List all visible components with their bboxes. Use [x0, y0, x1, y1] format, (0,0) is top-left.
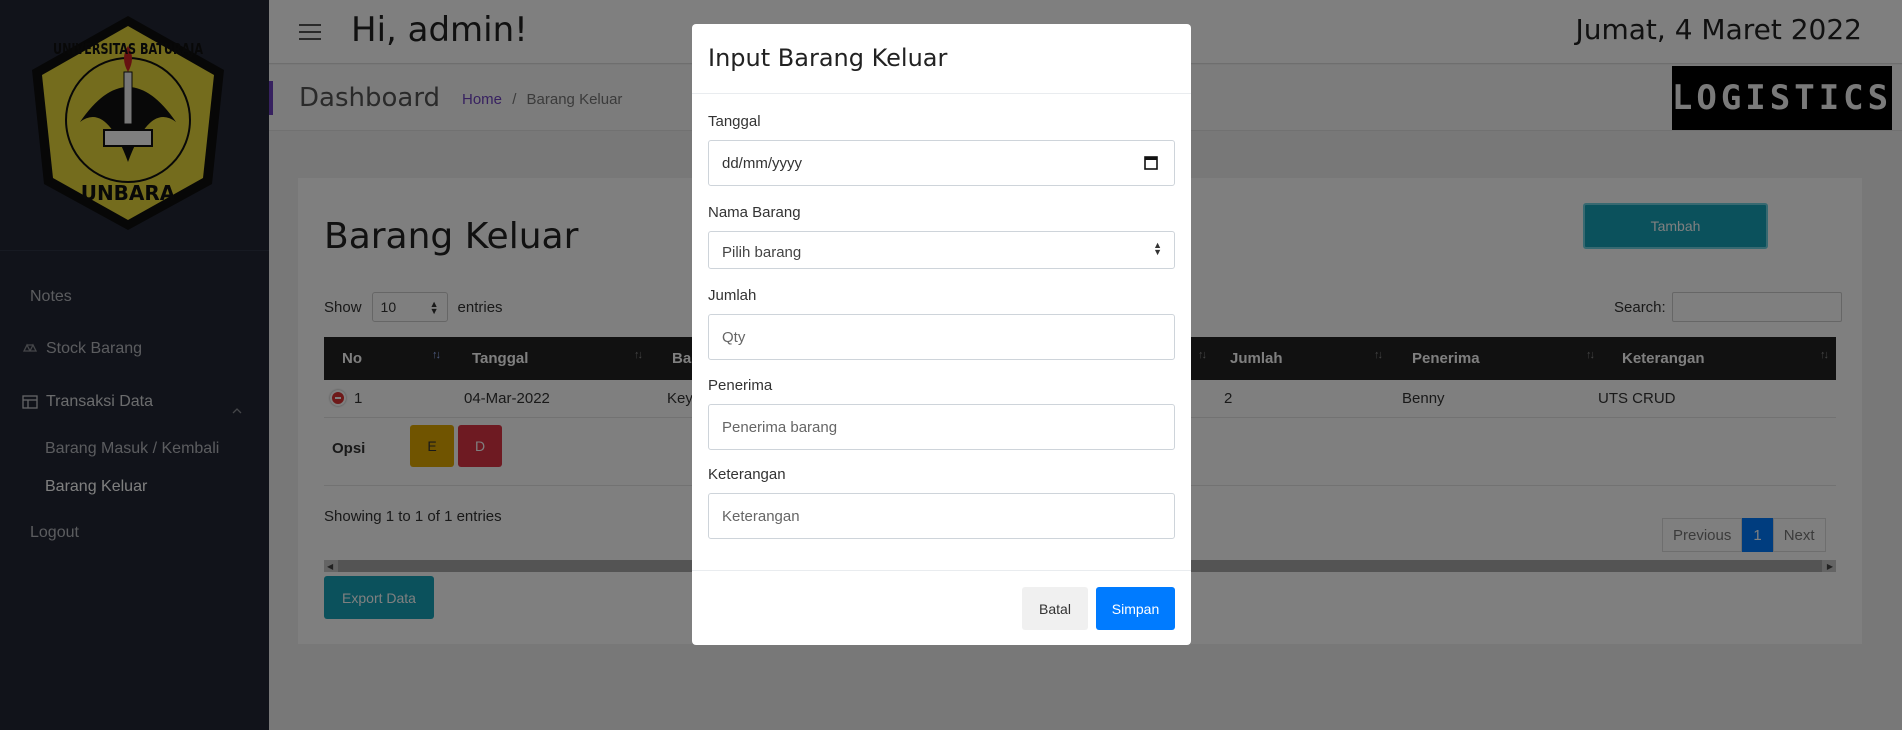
cancel-button[interactable]: Batal: [1022, 587, 1088, 630]
modal-title: Input Barang Keluar: [708, 44, 948, 72]
penerima-input[interactable]: Penerima barang: [708, 404, 1175, 450]
modal-header-divider: [692, 93, 1191, 94]
keterangan-label: Keterangan: [708, 466, 786, 483]
tanggal-label: Tanggal: [708, 113, 761, 130]
calendar-icon[interactable]: [1144, 155, 1158, 170]
modal-footer-divider: [692, 570, 1191, 571]
keterangan-input[interactable]: Keterangan: [708, 493, 1175, 539]
nama-barang-select[interactable]: Pilih barang ▲ ▼: [708, 231, 1175, 269]
select-arrows-icon: ▲▼: [1153, 240, 1162, 257]
jumlah-label: Jumlah: [708, 287, 757, 304]
save-button[interactable]: Simpan: [1096, 587, 1175, 630]
penerima-label: Penerima: [708, 377, 773, 394]
tanggal-placeholder: dd/mm/yyyy: [722, 155, 803, 172]
jumlah-input[interactable]: Qty: [708, 314, 1175, 360]
nama-barang-label: Nama Barang: [708, 204, 801, 221]
input-barang-keluar-modal: Input Barang Keluar Tanggal dd/mm/yyyy N…: [692, 24, 1191, 645]
nama-barang-value: Pilih barang: [722, 244, 802, 261]
tanggal-date-input[interactable]: dd/mm/yyyy: [708, 140, 1175, 186]
